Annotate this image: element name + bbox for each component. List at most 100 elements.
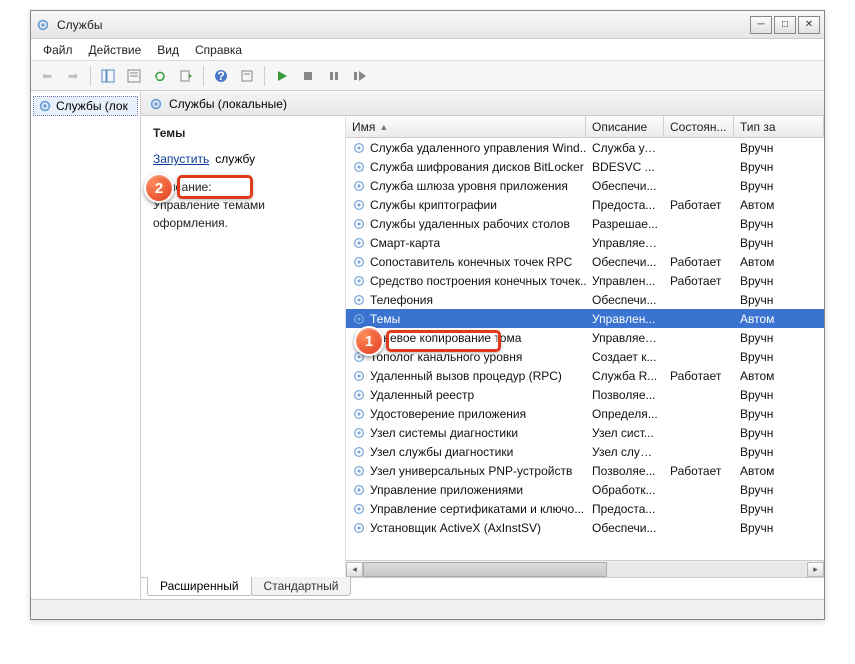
stop-service-button[interactable] xyxy=(296,64,320,88)
service-row[interactable]: Смарт-картаУправляет... Вручн xyxy=(346,233,824,252)
cell-name: Служба шлюза уровня приложения xyxy=(346,179,586,193)
tree-root-item[interactable]: Службы (лок xyxy=(33,96,138,116)
service-row[interactable]: Управление сертификатами и ключо...Предо… xyxy=(346,499,824,518)
col-desc[interactable]: Описание xyxy=(586,116,664,137)
minimize-button[interactable]: ─ xyxy=(750,16,772,34)
cell-type: Вручн xyxy=(734,521,824,535)
menu-action[interactable]: Действие xyxy=(81,41,150,59)
service-row[interactable]: Удостоверение приложенияОпределя...Вручн xyxy=(346,404,824,423)
prop-button[interactable] xyxy=(122,64,146,88)
cell-type: Вручн xyxy=(734,217,824,231)
menu-view[interactable]: Вид xyxy=(149,41,187,59)
cell-desc: Обеспечи... xyxy=(586,293,664,307)
tab-extended[interactable]: Расширенный xyxy=(147,577,252,596)
main-header-title: Службы (локальные) xyxy=(169,97,287,111)
refresh-button[interactable] xyxy=(148,64,172,88)
cell-desc: BDESVC ... xyxy=(586,160,664,174)
start-service-button[interactable] xyxy=(270,64,294,88)
cell-type: Автом xyxy=(734,198,824,212)
service-row[interactable]: Служба шлюза уровня приложенияОбеспечи..… xyxy=(346,176,824,195)
cell-desc: Разрешае... xyxy=(586,217,664,231)
detail-service-name: Темы xyxy=(153,126,333,140)
close-button[interactable]: ✕ xyxy=(798,16,820,34)
service-row[interactable]: Узел универсальных PNP-устройствПозволяе… xyxy=(346,461,824,480)
col-type[interactable]: Тип за xyxy=(734,116,824,137)
cell-desc: Служба уд... xyxy=(586,141,664,155)
cell-type: Автом xyxy=(734,464,824,478)
help-button[interactable]: ? xyxy=(209,64,233,88)
cell-desc: Обеспечи... xyxy=(586,179,664,193)
main-header: Службы (локальные) xyxy=(141,92,824,116)
scroll-track[interactable] xyxy=(363,562,807,577)
start-service-link[interactable]: Запустить xyxy=(153,152,209,166)
service-row[interactable]: Установщик ActiveX (AxInstSV)Обеспечи...… xyxy=(346,518,824,537)
service-row[interactable]: Служба шифрования дисков BitLockerBDESVC… xyxy=(346,157,824,176)
service-row[interactable]: ТемыУправлен...Автом xyxy=(346,309,824,328)
prop2-button[interactable] xyxy=(235,64,259,88)
main-pane: Службы (локальные) Темы Запустить службу… xyxy=(141,92,824,599)
scroll-right-button[interactable]: ▸ xyxy=(807,562,824,577)
cell-desc: Обеспечи... xyxy=(586,521,664,535)
pause-service-button[interactable] xyxy=(322,64,346,88)
restart-service-button[interactable] xyxy=(348,64,372,88)
app-icon xyxy=(35,17,51,33)
cell-desc: Узел служ... xyxy=(586,445,664,459)
cell-type: Вручн xyxy=(734,350,824,364)
list-pane: Имя▲ Описание Состоян... Тип за Служба у… xyxy=(346,116,824,577)
menu-file[interactable]: Файл xyxy=(35,41,81,59)
cell-desc: Предоста... xyxy=(586,502,664,516)
list-rows[interactable]: Служба удаленного управления Wind...Служ… xyxy=(346,138,824,560)
service-row[interactable]: Узел службы диагностикиУзел служ...Вручн xyxy=(346,442,824,461)
forward-button[interactable]: ➡ xyxy=(61,64,85,88)
service-row[interactable]: Сопоставитель конечных точек RPCОбеспечи… xyxy=(346,252,824,271)
cell-state: Работает xyxy=(664,274,734,288)
cell-type: Вручн xyxy=(734,331,824,345)
service-row[interactable]: Тополог канального уровняСоздает к...Вру… xyxy=(346,347,824,366)
cell-type: Вручн xyxy=(734,141,824,155)
cell-type: Вручн xyxy=(734,236,824,250)
cell-desc: Обработк... xyxy=(586,483,664,497)
toolbar: ⬅ ➡ ? xyxy=(31,61,824,91)
scroll-left-button[interactable]: ◂ xyxy=(346,562,363,577)
service-row[interactable]: Управление приложениямиОбработк...Вручн xyxy=(346,480,824,499)
cell-name: Служба шифрования дисков BitLocker xyxy=(346,160,586,174)
cell-type: Вручн xyxy=(734,426,824,440)
service-row[interactable]: Служба удаленного управления Wind...Служ… xyxy=(346,138,824,157)
menu-help[interactable]: Справка xyxy=(187,41,250,59)
service-row[interactable]: Службы криптографииПредоста...РаботаетАв… xyxy=(346,195,824,214)
export-button[interactable] xyxy=(174,64,198,88)
service-row[interactable]: Узел системы диагностикиУзел сист...Вруч… xyxy=(346,423,824,442)
service-row[interactable]: Удаленный реестрПозволяе...Вручн xyxy=(346,385,824,404)
statusbar xyxy=(31,599,824,619)
cell-name: Смарт-карта xyxy=(346,236,586,250)
cell-state: Работает xyxy=(664,464,734,478)
show-hide-tree-button[interactable] xyxy=(96,64,120,88)
service-row[interactable]: ТелефонияОбеспечи...Вручн xyxy=(346,290,824,309)
cell-type: Вручн xyxy=(734,179,824,193)
service-row[interactable]: Удаленный вызов процедур (RPC)Служба R..… xyxy=(346,366,824,385)
maximize-button[interactable]: □ xyxy=(774,16,796,34)
cell-desc: Позволяе... xyxy=(586,388,664,402)
h-scrollbar[interactable]: ◂ ▸ xyxy=(346,560,824,577)
service-row[interactable]: Средство построения конечных точек...Упр… xyxy=(346,271,824,290)
window-title: Службы xyxy=(57,18,750,32)
cell-desc: Позволяе... xyxy=(586,464,664,478)
cell-name: Службы криптографии xyxy=(346,198,586,212)
cell-desc: Управлен... xyxy=(586,312,664,326)
titlebar[interactable]: Службы ─ □ ✕ xyxy=(31,11,824,39)
scroll-thumb[interactable] xyxy=(363,562,607,577)
back-button[interactable]: ⬅ xyxy=(35,64,59,88)
service-row[interactable]: Службы удаленных рабочих столовРазрешае.… xyxy=(346,214,824,233)
cell-desc: Управляет... xyxy=(586,236,664,250)
col-name[interactable]: Имя▲ xyxy=(346,116,586,137)
cell-type: Вручн xyxy=(734,274,824,288)
services-window: Службы ─ □ ✕ Файл Действие Вид Справка ⬅… xyxy=(30,10,825,620)
tab-standard[interactable]: Стандартный xyxy=(251,577,352,596)
cell-name: Удаленный реестр xyxy=(346,388,586,402)
service-row[interactable]: Теневое копирование томаУправляет...Вруч… xyxy=(346,328,824,347)
cell-type: Вручн xyxy=(734,293,824,307)
col-state[interactable]: Состоян... xyxy=(664,116,734,137)
cell-name: Служба удаленного управления Wind... xyxy=(346,141,586,155)
cell-type: Вручн xyxy=(734,160,824,174)
callout-2: 2 xyxy=(144,173,174,203)
